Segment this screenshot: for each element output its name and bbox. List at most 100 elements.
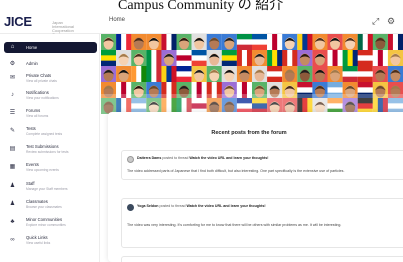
post-author[interactable]: Yoga Seldon: [137, 204, 159, 208]
sidebar-item-sublabel: Complete assigned tests: [26, 132, 63, 136]
home-icon: ⌂: [10, 44, 15, 50]
post-author[interactable]: Daiterra Dams: [137, 156, 161, 160]
banner-tile: [387, 34, 403, 50]
banner-tile: [101, 34, 117, 50]
banner-tile: [282, 34, 298, 50]
banner-tile: [312, 66, 328, 82]
banner-tile: [101, 66, 117, 82]
banner-tile: [191, 50, 207, 67]
sidebar-item-home[interactable]: ⌂ Home: [4, 42, 97, 53]
sidebar-item-admin[interactable]: ⚙ Admin: [4, 58, 97, 73]
sidebar-item-label: Classmates: [26, 199, 48, 204]
banner-tile: [282, 50, 298, 66]
chat-icon: ✉: [9, 75, 16, 81]
settings-icon[interactable]: ⚙: [387, 16, 395, 27]
post-thread-link[interactable]: Watch the video URL and learn your thoug…: [186, 204, 265, 208]
banner-tile: [146, 66, 162, 82]
banner-tile: [161, 50, 177, 66]
sidebar-item-classmates[interactable]: ♟ Classmates Browse your classmates: [4, 198, 97, 213]
sidebar-item-label: Notifications: [26, 90, 49, 95]
bell-icon: ♪: [11, 92, 14, 98]
calendar-icon: ▦: [9, 164, 16, 170]
banner-tile: [161, 66, 177, 82]
banner-tile: [236, 34, 252, 51]
banner-tile: [101, 50, 117, 67]
banner-tile: [221, 66, 237, 82]
page-title: Home: [109, 17, 126, 23]
banner-tile: [387, 66, 403, 82]
sidebar-item-label: Home: [26, 45, 38, 50]
forum-post[interactable]: Yoga Seldon posted to thread Watch the v…: [121, 198, 403, 248]
avatar: [127, 156, 134, 163]
recent-posts-card: Recent posts from the forum Daiterra Dam…: [108, 112, 403, 262]
banner-tile: [312, 34, 328, 50]
sidebar-item-sublabel: View your notifications: [26, 96, 59, 100]
sidebar-item-private-chats[interactable]: ✉ Private Chats View all private chats: [4, 72, 97, 87]
post-thread-link[interactable]: Watch the video URL and learn your thoug…: [189, 156, 268, 160]
post-body: The video addressed parts of Japanese th…: [127, 169, 345, 173]
post-meta: Daiterra Dams posted to thread Watch the…: [137, 156, 268, 160]
sidebar-item-forums[interactable]: ☰ Forums View all forums: [4, 107, 97, 122]
submission-icon: ▤: [9, 146, 16, 152]
banner-tile: [116, 66, 132, 82]
banner-tile: [372, 34, 388, 50]
expand-icon[interactable]: ⤢: [372, 16, 379, 27]
post-action: posted to thread: [162, 156, 189, 160]
sidebar-item-sublabel: Review submissions for tests: [26, 150, 69, 154]
banner-tile: [372, 66, 388, 82]
sidebar-item-quick-links[interactable]: ∞ Quick Links View useful links: [4, 234, 97, 249]
banner-tile: [357, 66, 373, 83]
sidebar-item-staff[interactable]: ♟ Staff Manage your Staff members: [4, 180, 97, 195]
sidebar-item-tests[interactable]: ✎ Tests Complete assigned tests: [4, 125, 97, 140]
sidebar-item-sublabel: View upcoming events: [26, 168, 59, 172]
post-meta: Yoga Seldon posted to thread Watch the v…: [137, 204, 266, 208]
banner-tile: [131, 34, 147, 50]
banner-tile: [176, 66, 192, 83]
banner-tile: [116, 50, 132, 66]
forum-post[interactable]: [121, 256, 403, 262]
banner-tile: [221, 50, 237, 67]
logo[interactable]: JICE: [4, 14, 32, 29]
sidebar-item-label: Quick Links: [26, 235, 48, 240]
sidebar-item-events[interactable]: ▦ Events View upcoming events: [4, 161, 97, 176]
sidebar: ⌂ Home ⚙ Admin ✉ Private Chats View all …: [0, 34, 100, 262]
banner-tile: [372, 50, 389, 66]
forum-post[interactable]: Daiterra Dams posted to thread Watch the…: [121, 150, 403, 180]
sidebar-item-sublabel: View useful links: [26, 241, 51, 245]
banner-tile: [297, 34, 313, 50]
banner-tile: [146, 50, 162, 66]
post-action: posted to thread: [159, 204, 186, 208]
recent-posts-title: Recent posts from the forum: [211, 130, 287, 136]
test-icon: ✎: [9, 128, 16, 134]
sidebar-item-sublabel: Manage your Staff members: [26, 187, 68, 191]
banner-tile: [357, 34, 374, 50]
banner-tile: [206, 34, 222, 50]
banner-tile: [191, 34, 207, 50]
avatar: [127, 204, 134, 211]
banner-image: [101, 34, 403, 114]
sidebar-item-test-submissions[interactable]: ▤ Test Submissions Review submissions fo…: [4, 143, 97, 158]
banner-tile: [236, 50, 253, 66]
banner-tile: [327, 50, 343, 66]
banner-tile: [267, 66, 283, 83]
banner-tile: [176, 34, 192, 50]
sidebar-item-sublabel: Browse your classmates: [26, 205, 62, 209]
banner-tile: [236, 66, 252, 82]
banner-tile: [342, 50, 358, 66]
banner-tile: [131, 50, 147, 66]
banner-tile: [312, 50, 328, 66]
classmates-icon: ♟: [9, 201, 16, 207]
sidebar-item-minor-communities[interactable]: ♣ Minor Communities Explore minor commun…: [4, 216, 97, 231]
banner-tile: [206, 50, 222, 66]
banner-tile: [327, 66, 343, 82]
banner-tile: [327, 34, 343, 50]
sidebar-item-label: Admin: [26, 61, 38, 66]
banner-tile: [206, 66, 222, 82]
sidebar-item-label: Forums: [26, 108, 41, 113]
sidebar-item-label: Staff: [26, 181, 35, 186]
banner-tile: [282, 66, 298, 82]
sidebar-item-sublabel: Explore minor communities: [26, 223, 66, 227]
sidebar-item-label: Events: [26, 162, 39, 167]
sidebar-item-notifications[interactable]: ♪ Notifications View your notifications: [4, 89, 97, 104]
banner-tile: [161, 34, 177, 50]
